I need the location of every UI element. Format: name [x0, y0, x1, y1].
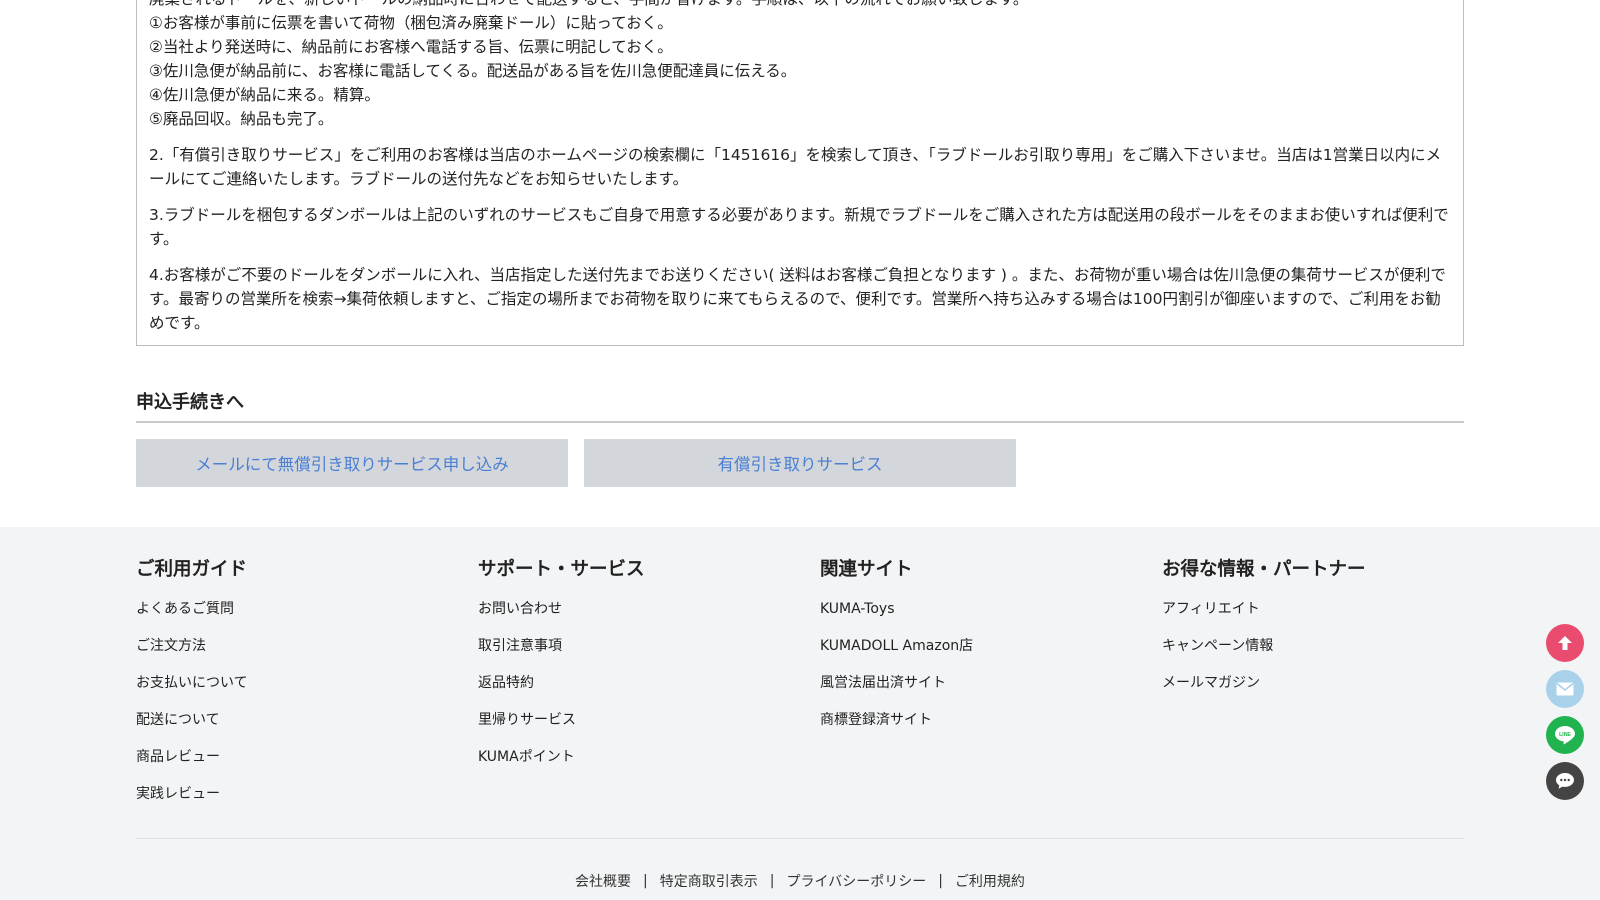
footer-link[interactable]: KUMAポイント — [478, 747, 798, 784]
notice-step: ③佐川急便が納品前に、お客様に電話してくる。配送品がある旨を佐川急便配達員に伝え… — [149, 62, 797, 80]
scroll-top-button[interactable] — [1546, 624, 1584, 662]
footer-column-title: 関連サイト — [820, 559, 913, 580]
mail-contact-button[interactable] — [1546, 670, 1584, 708]
link-separator: | — [769, 873, 775, 889]
footer-link[interactable]: 実践レビュー — [136, 784, 456, 821]
mail-icon — [1556, 682, 1574, 696]
footer-link[interactable]: キャンペーン情報 — [1162, 636, 1482, 673]
svg-text:LINE: LINE — [1559, 732, 1571, 738]
notice-paragraph-4: 4.お客様がご不要のドールをダンボールに入れ、当店指定した送付先までお送りくださ… — [149, 266, 1446, 332]
footer-link[interactable]: 返品特約 — [478, 673, 798, 710]
footer-column-guide: ご利用ガイド よくあるご質問 ご注文方法 お支払いについて 配送について 商品レ… — [136, 557, 456, 821]
notice-paragraph-3: 3.ラブドールを梱包するダンボールは上記のいずれのサービスもご自身で用意する必要… — [149, 206, 1449, 248]
notice-paragraph-2: 2.「有償引き取りサービス」をご利用のお客様は当店のホームページの検索欄に「14… — [149, 146, 1442, 188]
notice-step: ⑤廃品回収。納品も完了。 — [149, 110, 334, 128]
apply-divider — [136, 421, 1464, 423]
footer-column-title: サポート・サービス — [478, 559, 645, 580]
arrow-up-icon — [1558, 636, 1572, 650]
footer-column-deals: お得な情報・パートナー アフィリエイト キャンペーン情報 メールマガジン — [1162, 557, 1482, 710]
notice-step: ④佐川急便が納品に来る。精算。 — [149, 86, 380, 104]
footer-link[interactable]: KUMADOLL Amazon店 — [820, 636, 1140, 673]
footer-link[interactable]: メールマガジン — [1162, 673, 1482, 710]
footer-link[interactable]: よくあるご質問 — [136, 599, 456, 636]
notice-steps: ①お客様が事前に伝票を書いて荷物（梱包済み廃棄ドール）に貼っておく。 ②当社より… — [149, 11, 1451, 131]
footer-link[interactable]: 里帰りサービス — [478, 710, 798, 747]
link-separator: | — [938, 873, 943, 889]
paid-pickup-button[interactable]: 有償引き取りサービス — [584, 439, 1016, 487]
privacy-policy-link[interactable]: プライバシーポリシー — [786, 871, 926, 891]
chat-button[interactable] — [1546, 762, 1584, 800]
footer-column-support: サポート・サービス お問い合わせ 取引注意事項 返品特約 里帰りサービス KUM… — [478, 557, 798, 784]
footer-column-title: お得な情報・パートナー — [1162, 559, 1366, 580]
notice-step: ②当社より発送時に、納品前にお客様へ電話する旨、伝票に明記しておく。 — [149, 38, 673, 56]
line-icon: LINE — [1555, 726, 1575, 745]
notice-partial-line: 廃棄されるドールを、新しいドールの納品時に合わせて配送すると、手間が省けます。手… — [149, 0, 1451, 11]
terms-link[interactable]: ご利用規約 — [955, 871, 1025, 891]
footer-link[interactable]: 配送について — [136, 710, 456, 747]
footer-column-related: 関連サイト KUMA-Toys KUMADOLL Amazon店 風営法届出済サ… — [820, 557, 1140, 747]
footer-link[interactable]: お支払いについて — [136, 673, 456, 710]
footer-link[interactable]: 商標登録済サイト — [820, 710, 1140, 747]
line-contact-button[interactable]: LINE — [1546, 716, 1584, 754]
free-pickup-apply-button[interactable]: メールにて無償引き取りサービス申し込み — [136, 439, 568, 487]
commerce-law-link[interactable]: 特定商取引表示 — [660, 871, 758, 891]
footer-link[interactable]: KUMA-Toys — [820, 599, 1140, 636]
company-info-link[interactable]: 会社概要 — [575, 871, 631, 891]
footer-column-title: ご利用ガイド — [136, 559, 248, 580]
service-notice-box: 廃棄されるドールを、新しいドールの納品時に合わせて配送すると、手間が省けます。手… — [136, 0, 1464, 346]
page: 廃棄されるドールを、新しいドールの納品時に合わせて配送すると、手間が省けます。手… — [0, 0, 1600, 900]
footer-divider — [136, 838, 1464, 839]
notice-step: ①お客様が事前に伝票を書いて荷物（梱包済み廃棄ドール）に貼っておく。 — [149, 14, 673, 32]
footer-link[interactable]: アフィリエイト — [1162, 599, 1482, 636]
footer-bottom-links: 会社概要 | 特定商取引表示 | プライバシーポリシー | ご利用規約 — [0, 871, 1600, 891]
footer-link[interactable]: 取引注意事項 — [478, 636, 798, 673]
site-footer: ご利用ガイド よくあるご質問 ご注文方法 お支払いについて 配送について 商品レ… — [0, 527, 1600, 900]
footer-link[interactable]: 風営法届出済サイト — [820, 673, 1140, 710]
footer-link[interactable]: お問い合わせ — [478, 599, 798, 636]
link-separator: | — [643, 873, 648, 889]
footer-link[interactable]: ご注文方法 — [136, 636, 456, 673]
apply-section-title: 申込手続きへ — [136, 392, 244, 413]
footer-link[interactable]: 商品レビュー — [136, 747, 456, 784]
chat-icon — [1556, 773, 1574, 789]
